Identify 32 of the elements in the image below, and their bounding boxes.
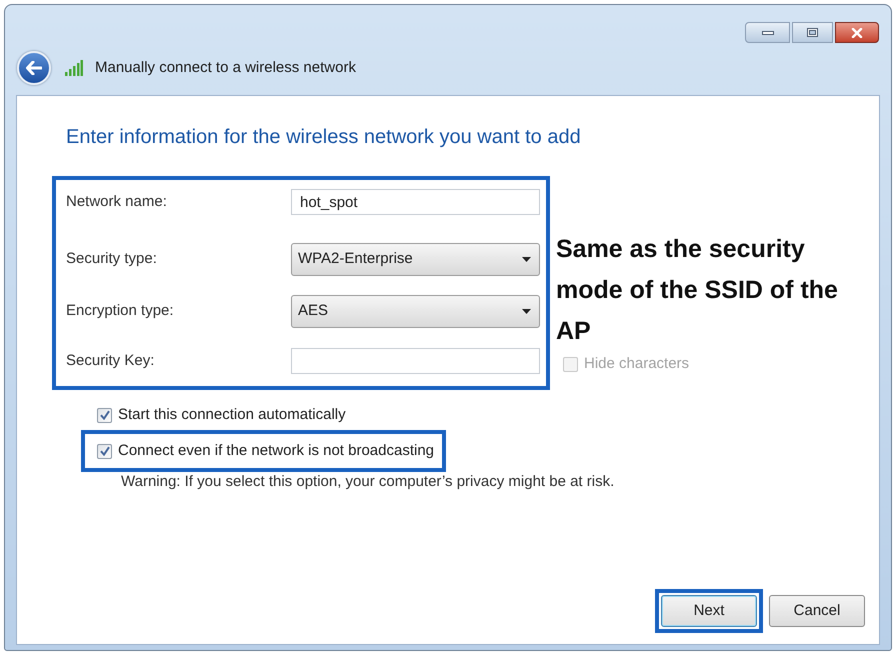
minimize-button[interactable] <box>745 22 790 43</box>
checkmark-icon <box>100 446 110 456</box>
back-button[interactable] <box>17 51 51 85</box>
dialog-button[interactable]: Next <box>661 595 757 627</box>
warning-text: Warning: If you select this option, your computer’s privacy might be at risk. <box>121 472 614 492</box>
caret-down-icon <box>522 257 531 262</box>
dropdown-field[interactable]: AES <box>291 295 540 328</box>
checkbox-label: Connect even if the network is not broadcasting <box>118 440 434 461</box>
field-label: Security Key: <box>66 350 156 371</box>
dropdown-field[interactable]: WPA2-Enterprise <box>291 243 540 276</box>
checkbox[interactable] <box>97 408 112 422</box>
checkbox-label: Hide characters <box>584 354 690 374</box>
page-heading: Enter information for the wireless network you want to add <box>66 125 582 150</box>
window-title: Manually connect to a wireless network <box>95 58 356 78</box>
maximize-icon <box>807 28 818 37</box>
checkmark-icon <box>100 410 110 420</box>
checkbox[interactable] <box>97 444 112 458</box>
minimize-icon <box>762 30 774 34</box>
close-icon <box>851 28 863 38</box>
text-field[interactable] <box>291 348 540 374</box>
field-label: Security type: <box>66 249 158 270</box>
close-button[interactable] <box>835 22 879 43</box>
caret-down-icon <box>522 309 531 314</box>
maximize-button[interactable] <box>792 22 833 43</box>
checkbox-label: Start this connection automatically <box>118 404 346 425</box>
left-arrow-icon <box>26 61 42 75</box>
signal-bars-icon <box>65 60 83 76</box>
annotation-text: Same as the security mode of the SSID of the AP <box>556 234 839 347</box>
dialog-button[interactable]: Cancel <box>769 595 865 627</box>
field-label: Network name: <box>66 192 168 212</box>
text-field[interactable]: hot_spot <box>291 189 540 215</box>
field-label: Encryption type: <box>66 301 175 322</box>
